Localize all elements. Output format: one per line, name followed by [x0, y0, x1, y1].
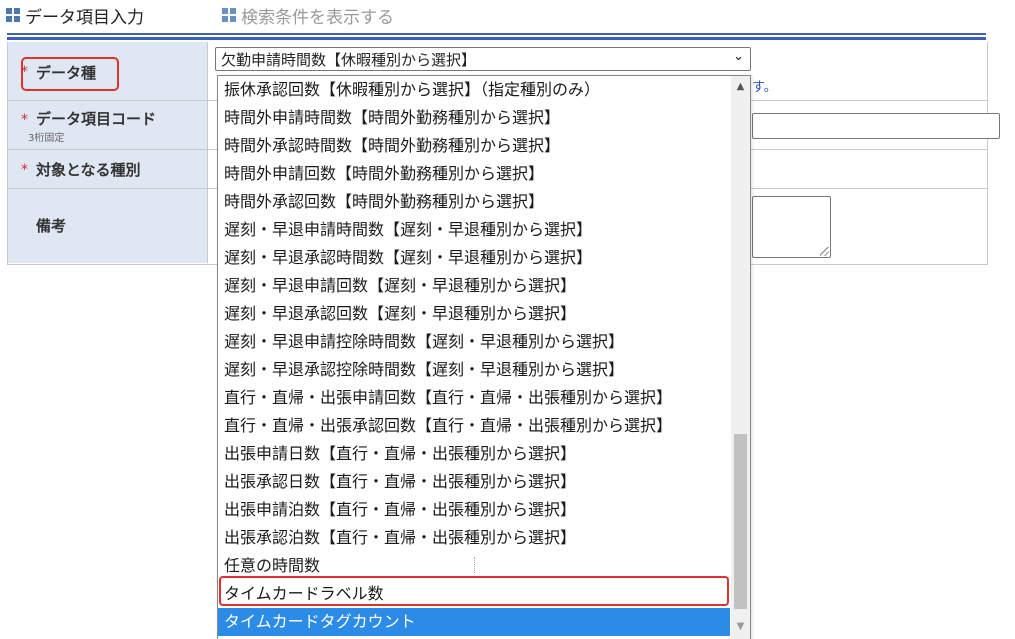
- highlight-box: [21, 57, 119, 91]
- select-value: 欠勤申請時間数【休暇種別から選択】: [221, 51, 477, 69]
- dropdown-option[interactable]: 遅刻・早退申請控除時間数【遅刻・早退種別から選択】: [218, 328, 730, 356]
- hint-text: す。: [752, 80, 777, 95]
- target-type-label: 対象となる種別: [36, 161, 141, 179]
- required-mark: *: [21, 162, 28, 178]
- dropdown-option[interactable]: 時間外申請回数【時間外勤務種別から選択】: [218, 160, 730, 188]
- dropdown-option[interactable]: 出張承認日数【直行・直帰・出張種別から選択】: [218, 468, 730, 496]
- dropdown-option[interactable]: 遅刻・早退承認控除時間数【遅刻・早退種別から選択】: [218, 356, 730, 384]
- data-type-dropdown-list[interactable]: 振休承認回数【休暇種別から選択】（指定種別のみ） 時間外申請時間数【時間外勤務種…: [217, 75, 751, 639]
- dropdown-option[interactable]: 出張申請日数【直行・直帰・出張種別から選択】: [218, 440, 730, 468]
- label-cell: * データ項目コード 3桁固定: [8, 101, 208, 149]
- label-cell: 備考: [8, 189, 208, 263]
- data-item-code-input[interactable]: [752, 113, 1000, 139]
- header-rule: [7, 33, 986, 35]
- tab-label: データ項目入力: [25, 7, 144, 28]
- scroll-up-icon[interactable]: ▲: [731, 78, 750, 95]
- required-mark: *: [21, 112, 28, 128]
- tab-show-search-conditions[interactable]: 検索条件を表示する: [222, 4, 394, 28]
- grid-icon: [6, 8, 20, 22]
- label-cell: * 対象となる種別: [8, 150, 208, 188]
- dropdown-option-selected[interactable]: タイムカードタグカウント: [218, 608, 730, 636]
- dropdown-option[interactable]: 遅刻・早退申請時間数【遅刻・早退種別から選択】: [218, 216, 730, 244]
- scrollbar-thumb[interactable]: [734, 434, 747, 609]
- dropdown-option[interactable]: 遅刻・早退申請回数【遅刻・早退種別から選択】: [218, 272, 730, 300]
- dropdown-option[interactable]: 直行・直帰・出張申請回数【直行・直帰・出張種別から選択】: [218, 384, 730, 412]
- dropdown-option[interactable]: 遅刻・早退承認回数【遅刻・早退種別から選択】: [218, 300, 730, 328]
- grid-icon: [222, 8, 236, 22]
- data-type-select[interactable]: 欠勤申請時間数【休暇種別から選択】 ⌄: [215, 47, 751, 71]
- note-textarea[interactable]: [752, 196, 831, 258]
- label-cell: * データ種: [8, 42, 208, 100]
- dropdown-scrollbar[interactable]: ▲ ▼: [731, 76, 750, 639]
- code-note: 3桁固定: [28, 133, 65, 144]
- dropdown-option[interactable]: 時間外承認時間数【時間外勤務種別から選択】: [218, 132, 730, 160]
- header-rule: [7, 37, 986, 40]
- data-item-code-label: データ項目コード: [36, 110, 157, 128]
- scroll-down-icon[interactable]: ▼: [731, 618, 750, 635]
- dropdown-option[interactable]: 出張申請泊数【直行・直帰・出張種別から選択】: [218, 496, 730, 524]
- option-highlight-box: [219, 576, 729, 606]
- focus-dotted-line: [474, 557, 475, 573]
- dropdown-option[interactable]: 遅刻・早退承認時間数【遅刻・早退種別から選択】: [218, 244, 730, 272]
- dropdown-option[interactable]: 振休承認回数【休暇種別から選択】（指定種別のみ）: [218, 76, 730, 104]
- dropdown-option[interactable]: 直行・直帰・出張承認回数【直行・直帰・出張種別から選択】: [218, 412, 730, 440]
- note-label: 備考: [36, 217, 67, 235]
- dropdown-option[interactable]: 時間外承認回数【時間外勤務種別から選択】: [218, 188, 730, 216]
- dropdown-option[interactable]: 出張承認泊数【直行・直帰・出張種別から選択】: [218, 524, 730, 552]
- dropdown-option[interactable]: 時間外申請時間数【時間外勤務種別から選択】: [218, 104, 730, 132]
- tab-data-item-input[interactable]: データ項目入力: [6, 4, 144, 28]
- tab-label: 検索条件を表示する: [241, 7, 394, 28]
- resize-grip-icon[interactable]: [820, 247, 829, 256]
- chevron-down-icon: ⌄: [733, 49, 744, 64]
